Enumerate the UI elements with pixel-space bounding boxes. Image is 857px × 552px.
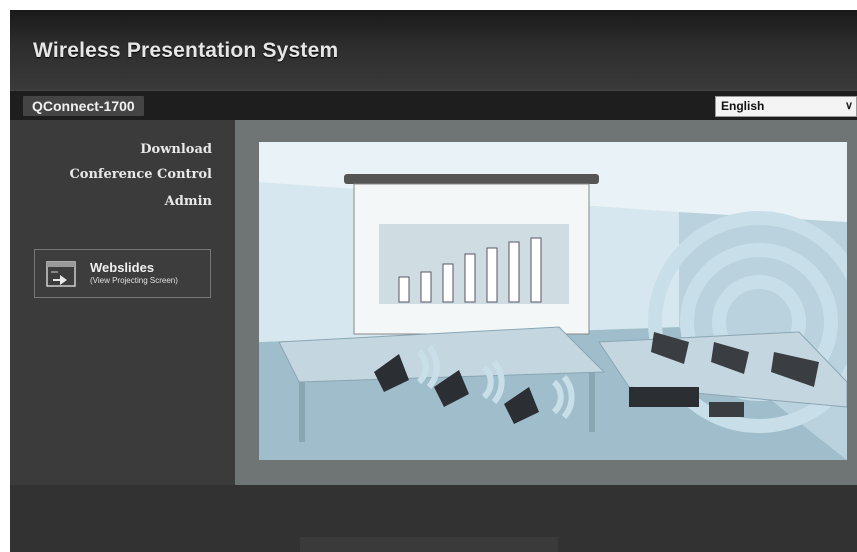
main-content [235, 120, 857, 485]
device-name-label: QConnect-1700 [23, 96, 144, 116]
webslides-button[interactable]: Webslides (View Projecting Screen) [34, 249, 211, 298]
footer [10, 485, 857, 552]
nav-link-download[interactable]: Download [140, 142, 212, 157]
app-window: Wireless Presentation System QConnect-17… [10, 10, 857, 552]
projector-screen-icon [46, 261, 76, 287]
conference-room-illustration [259, 142, 847, 460]
chevron-down-icon: ∨ [844, 100, 853, 112]
footer-strip [300, 537, 558, 552]
webslides-title: Webslides [90, 260, 155, 275]
sidebar: Download Conference Control Admin Websli… [10, 120, 235, 485]
device-bar: QConnect-1700 English ∨ [10, 90, 857, 121]
nav-link-conference-control[interactable]: Conference Control [69, 167, 212, 182]
language-select[interactable]: English ∨ [715, 96, 857, 117]
app-title: Wireless Presentation System [33, 39, 339, 62]
nav-link-admin[interactable]: Admin [165, 194, 212, 209]
webslides-subtitle: (View Projecting Screen) [90, 276, 178, 285]
language-selected-value: English [721, 99, 765, 113]
screen-chart [379, 224, 569, 304]
header-bar: Wireless Presentation System [10, 10, 857, 90]
